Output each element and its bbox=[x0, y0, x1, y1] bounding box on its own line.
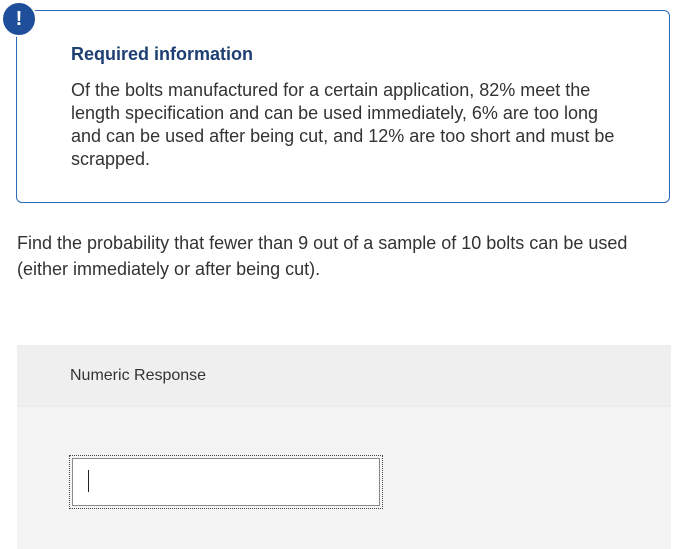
exclamation-glyph: ! bbox=[15, 8, 23, 30]
text-caret bbox=[88, 470, 89, 492]
answer-input[interactable] bbox=[72, 458, 380, 506]
info-body: Of the bolts manufactured for a certain … bbox=[71, 80, 615, 169]
response-header: Numeric Response bbox=[17, 345, 671, 407]
response-label: Numeric Response bbox=[70, 367, 207, 384]
required-information-box: ! Required information Of the bolts manu… bbox=[1, 1, 670, 203]
exclamation-icon: ! bbox=[1, 1, 37, 37]
answer-focus-ring bbox=[69, 455, 383, 509]
question-text: Find the probability that fewer than 9 o… bbox=[17, 233, 628, 279]
info-title: Required information bbox=[71, 44, 254, 64]
numeric-response-section: Numeric Response bbox=[17, 345, 671, 549]
